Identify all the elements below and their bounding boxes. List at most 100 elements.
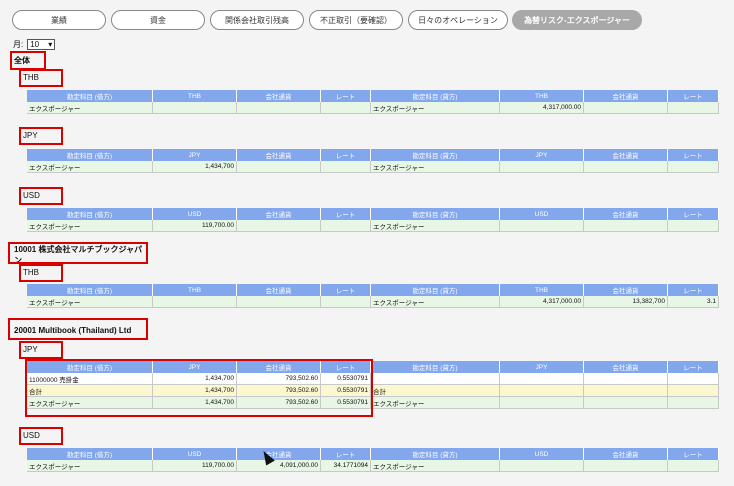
- cell: [584, 373, 668, 385]
- cell: [500, 385, 584, 397]
- cell: エクスポージャー: [27, 220, 153, 232]
- cell: [321, 220, 371, 232]
- col-debit-account: 勘定科目 (借方): [27, 208, 153, 220]
- cell: 119,700.00: [153, 220, 237, 232]
- cell: [668, 220, 719, 232]
- table-header: 勘定科目 (借方) THB 会社通貨 レート 勘定科目 (貸方) THB 会社通…: [27, 90, 719, 102]
- highlight-box: [19, 187, 63, 205]
- tab-daily-operations[interactable]: 日々のオペレーション: [408, 10, 508, 30]
- cell: [584, 397, 668, 409]
- cell: [237, 296, 321, 308]
- tab-fraud-check[interactable]: 不正取引（要確認）: [309, 10, 403, 30]
- col-credit-company-currency: 会社通貨: [584, 208, 668, 220]
- cell: [500, 220, 584, 232]
- cell: エクスポージャー: [371, 397, 500, 409]
- col-credit-amount: JPY: [500, 149, 584, 161]
- highlight-box: [19, 427, 63, 445]
- col-debit-rate: レート: [321, 448, 371, 460]
- cell: [321, 102, 371, 114]
- col-debit-amount: USD: [153, 448, 237, 460]
- cell: エクスポージャー: [27, 102, 153, 114]
- col-credit-company-currency: 会社通貨: [584, 90, 668, 102]
- col-credit-rate: レート: [668, 208, 719, 220]
- col-debit-account: 勘定科目 (借方): [27, 284, 153, 296]
- cell: エクスポージャー: [371, 102, 500, 114]
- cell: [500, 373, 584, 385]
- tab-fx-risk-exposure[interactable]: 為替リスク-エクスポージャー: [512, 10, 642, 30]
- tab-funds[interactable]: 資金: [111, 10, 205, 30]
- table-header: 勘定科目 (借方) THB 会社通貨 レート 勘定科目 (貸方) THB 会社通…: [27, 284, 719, 296]
- cell: [584, 460, 668, 472]
- col-credit-account: 勘定科目 (貸方): [371, 448, 500, 460]
- col-credit-amount: THB: [500, 284, 584, 296]
- table-header: 勘定科目 (借方) JPY 会社通貨 レート 勘定科目 (貸方) JPY 会社通…: [27, 149, 719, 161]
- col-credit-account: 勘定科目 (貸方): [371, 208, 500, 220]
- cell: 合計: [371, 385, 500, 397]
- col-credit-account: 勘定科目 (貸方): [371, 149, 500, 161]
- cell: [237, 161, 321, 173]
- cell: [500, 161, 584, 173]
- highlight-box: [19, 264, 63, 282]
- cell: エクスポージャー: [27, 296, 153, 308]
- exposure-table-usd: 勘定科目 (借方) USD 会社通貨 レート 勘定科目 (貸方) USD 会社通…: [27, 208, 719, 232]
- cell: 1,434,700: [153, 161, 237, 173]
- col-debit-account: 勘定科目 (借方): [27, 149, 153, 161]
- cell: [371, 373, 500, 385]
- cell: [584, 385, 668, 397]
- month-label: 月:: [13, 40, 24, 49]
- cell: [668, 161, 719, 173]
- col-credit-rate: レート: [668, 448, 719, 460]
- chevron-down-icon: ▾: [48, 40, 53, 49]
- col-credit-company-currency: 会社通貨: [584, 361, 668, 373]
- cell: [584, 161, 668, 173]
- month-select[interactable]: 10 ▾: [27, 39, 56, 50]
- table-row: エクスポージャー 119,700.00 エクスポージャー: [27, 220, 719, 232]
- cell: [500, 397, 584, 409]
- col-debit-amount: THB: [153, 90, 237, 102]
- table-row: エクスポージャー 1,434,700 エクスポージャー: [27, 161, 719, 173]
- highlight-box: [19, 69, 63, 87]
- col-debit-company-currency: 会社通貨: [237, 448, 321, 460]
- cell: [321, 296, 371, 308]
- month-filter: 月: 10 ▾: [13, 39, 56, 50]
- col-credit-rate: レート: [668, 284, 719, 296]
- highlight-box: [8, 242, 148, 264]
- col-debit-account: 勘定科目 (借方): [27, 448, 153, 460]
- table-row: エクスポージャー エクスポージャー 4,317,000.00: [27, 102, 719, 114]
- col-debit-company-currency: 会社通貨: [237, 208, 321, 220]
- col-debit-amount: USD: [153, 208, 237, 220]
- cell: エクスポージャー: [371, 460, 500, 472]
- col-debit-rate: レート: [321, 90, 371, 102]
- table-header: 勘定科目 (借方) USD 会社通貨 レート 勘定科目 (貸方) USD 会社通…: [27, 208, 719, 220]
- cell: [237, 220, 321, 232]
- col-debit-account: 勘定科目 (借方): [27, 90, 153, 102]
- col-debit-company-currency: 会社通貨: [237, 90, 321, 102]
- col-debit-rate: レート: [321, 284, 371, 296]
- highlight-box: [19, 127, 63, 145]
- cell: エクスポージャー: [371, 161, 500, 173]
- cell: 3.1: [668, 296, 719, 308]
- tab-intercompany-balance[interactable]: 関係会社取引残高: [210, 10, 304, 30]
- col-credit-rate: レート: [668, 149, 719, 161]
- col-credit-amount: JPY: [500, 361, 584, 373]
- cell: 119,700.00: [153, 460, 237, 472]
- cell: [584, 220, 668, 232]
- exposure-table-usd: 勘定科目 (借方) USD 会社通貨 レート 勘定科目 (貸方) USD 会社通…: [27, 448, 719, 472]
- cell: 34.1771094: [321, 460, 371, 472]
- cell: エクスポージャー: [371, 220, 500, 232]
- cell: [584, 102, 668, 114]
- col-debit-amount: THB: [153, 284, 237, 296]
- highlight-box: [25, 359, 373, 417]
- col-debit-rate: レート: [321, 208, 371, 220]
- col-debit-amount: JPY: [153, 149, 237, 161]
- col-credit-amount: THB: [500, 90, 584, 102]
- table-header: 勘定科目 (借方) USD 会社通貨 レート 勘定科目 (貸方) USD 会社通…: [27, 448, 719, 460]
- col-credit-account: 勘定科目 (貸方): [371, 361, 500, 373]
- cell: エクスポージャー: [371, 296, 500, 308]
- cell: [237, 102, 321, 114]
- col-credit-rate: レート: [668, 90, 719, 102]
- tab-performance[interactable]: 業績: [12, 10, 106, 30]
- highlight-box: [19, 341, 63, 359]
- col-debit-company-currency: 会社通貨: [237, 284, 321, 296]
- cell: [668, 460, 719, 472]
